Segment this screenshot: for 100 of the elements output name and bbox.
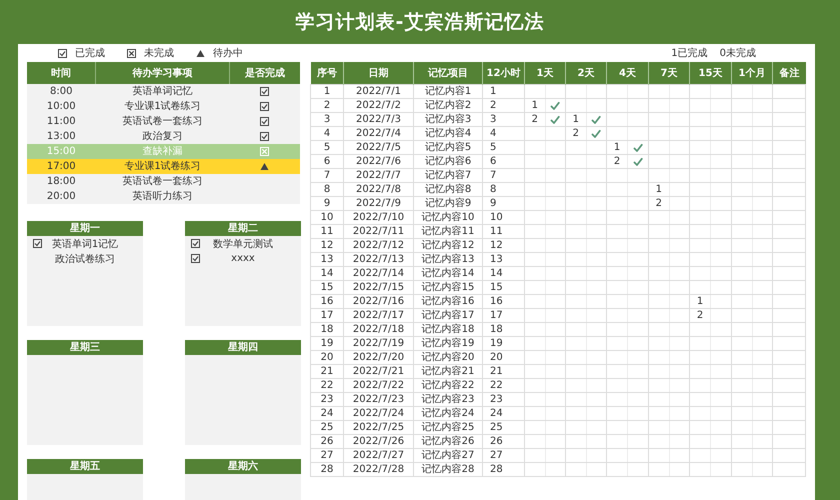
table-cell: 英语听力练习: [96, 189, 230, 204]
table-cell: 记忆内容25: [414, 420, 482, 434]
table-cell: 2: [310, 98, 344, 112]
table-cell: 9: [310, 196, 344, 210]
table-cell: 10: [310, 210, 344, 224]
column-header: 1个月: [732, 62, 772, 84]
table-cell: 2022/7/6: [344, 154, 414, 168]
table-cell: 2022/7/25: [344, 420, 414, 434]
review-count: 1: [532, 100, 538, 112]
table-cell: 25: [310, 420, 344, 434]
table-cell: 政治复习: [96, 129, 230, 144]
table-cell: 记忆内容27: [414, 448, 482, 462]
legend-label: 未完成: [144, 46, 174, 60]
table-cell: 记忆内容21: [414, 364, 482, 378]
table-cell: 记忆内容18: [414, 322, 482, 336]
table-cell: 26: [490, 436, 503, 446]
table-cell: 2022/7/27: [344, 448, 414, 462]
table-cell: 11: [490, 226, 503, 236]
table-cell: 记忆内容16: [414, 294, 482, 308]
table-cell: 17: [310, 308, 344, 322]
table-cell: 记忆内容3: [414, 112, 482, 126]
table-cell: 2022/7/18: [344, 322, 414, 336]
table-cell: 9: [490, 198, 496, 208]
crossed-box-icon: [260, 147, 270, 156]
table-cell: 23: [490, 394, 503, 404]
column-header: 备注: [772, 62, 806, 84]
table-cell: 2022/7/24: [344, 406, 414, 420]
table-cell: 记忆内容11: [414, 224, 482, 238]
day-header: 星期四: [185, 340, 301, 355]
table-cell: 3: [310, 112, 344, 126]
table-cell: 2022/7/21: [344, 364, 414, 378]
review-count: 1: [656, 184, 662, 196]
table-cell: 5: [310, 140, 344, 154]
day-header: 星期二: [185, 221, 301, 236]
column-header: 记忆项目: [414, 62, 482, 84]
table-cell: 25: [490, 422, 503, 432]
review-count: 2: [532, 114, 538, 126]
legend-label: 已完成: [75, 46, 105, 60]
table-cell: 记忆内容15: [414, 280, 482, 294]
review-count: 1: [614, 142, 620, 154]
table-cell: 7: [310, 168, 344, 182]
table-cell: 20:00: [27, 189, 96, 204]
table-cell: 记忆内容28: [414, 462, 482, 476]
table-cell: 6: [310, 154, 344, 168]
table-cell: 记忆内容14: [414, 266, 482, 280]
table-cell: 2022/7/15: [344, 280, 414, 294]
day-header: 星期三: [27, 340, 143, 355]
day-header: 星期六: [185, 459, 301, 474]
table-cell: 记忆内容2: [414, 98, 482, 112]
table-cell: 记忆内容20: [414, 350, 482, 364]
table-cell: 14: [490, 268, 503, 278]
table-cell: 2022/7/23: [344, 392, 414, 406]
legend-label: 待办中: [213, 46, 243, 60]
table-cell: 2022/7/2: [344, 98, 414, 112]
table-cell: 17: [490, 310, 503, 320]
table-cell: 16: [310, 294, 344, 308]
table-cell: 2022/7/1: [344, 84, 414, 98]
review-count: 2: [572, 128, 579, 140]
table-cell: 7: [490, 170, 496, 180]
summary-text: 1已完成: [671, 46, 708, 60]
table-cell: 2022/7/19: [344, 336, 414, 350]
table-cell: 专业课1试卷练习: [96, 99, 230, 114]
table-cell: 2022/7/9: [344, 196, 414, 210]
table-cell: 4: [310, 126, 344, 140]
triangle-icon: [260, 162, 270, 171]
table-cell: 记忆内容12: [414, 238, 482, 252]
table-cell: 11: [310, 224, 344, 238]
review-count: 2: [696, 310, 704, 322]
day-header: 星期一: [27, 221, 143, 236]
table-cell: 22: [490, 380, 503, 390]
table-cell: 2022/7/28: [344, 462, 414, 476]
table-cell: 记忆内容4: [414, 126, 482, 140]
table-cell: 记忆内容17: [414, 308, 482, 322]
column-header: 是否完成: [230, 62, 300, 84]
day-header: 星期五: [27, 459, 143, 474]
table-cell: 2022/7/16: [344, 294, 414, 308]
table-cell: 记忆内容22: [414, 378, 482, 392]
task-text: xxxx: [230, 253, 256, 264]
table-cell: 6: [490, 156, 496, 166]
table-cell: 5: [490, 142, 496, 152]
table-cell: 10: [490, 212, 503, 222]
column-header: 2天: [566, 62, 606, 84]
table-cell: 15: [310, 280, 344, 294]
table-cell: 英语单词记忆: [96, 84, 230, 99]
table-cell: 28: [490, 464, 503, 474]
table-cell: 26: [310, 434, 344, 448]
table-cell: 记忆内容13: [414, 252, 482, 266]
table-cell: 记忆内容26: [414, 434, 482, 448]
table-cell: 4: [490, 128, 496, 138]
table-cell: 2022/7/7: [344, 168, 414, 182]
summary-text: 0未完成: [720, 46, 756, 60]
table-cell: 2022/7/5: [344, 140, 414, 154]
table-cell: 英语试卷一套练习: [96, 174, 230, 189]
table-cell: 2022/7/22: [344, 378, 414, 392]
table-cell: 22: [310, 378, 344, 392]
table-cell: 2022/7/4: [344, 126, 414, 140]
table-cell: 记忆内容1: [414, 84, 482, 98]
review-count: 1: [572, 114, 579, 126]
table-cell: 2022/7/3: [344, 112, 414, 126]
table-cell: 15:00: [27, 144, 96, 159]
